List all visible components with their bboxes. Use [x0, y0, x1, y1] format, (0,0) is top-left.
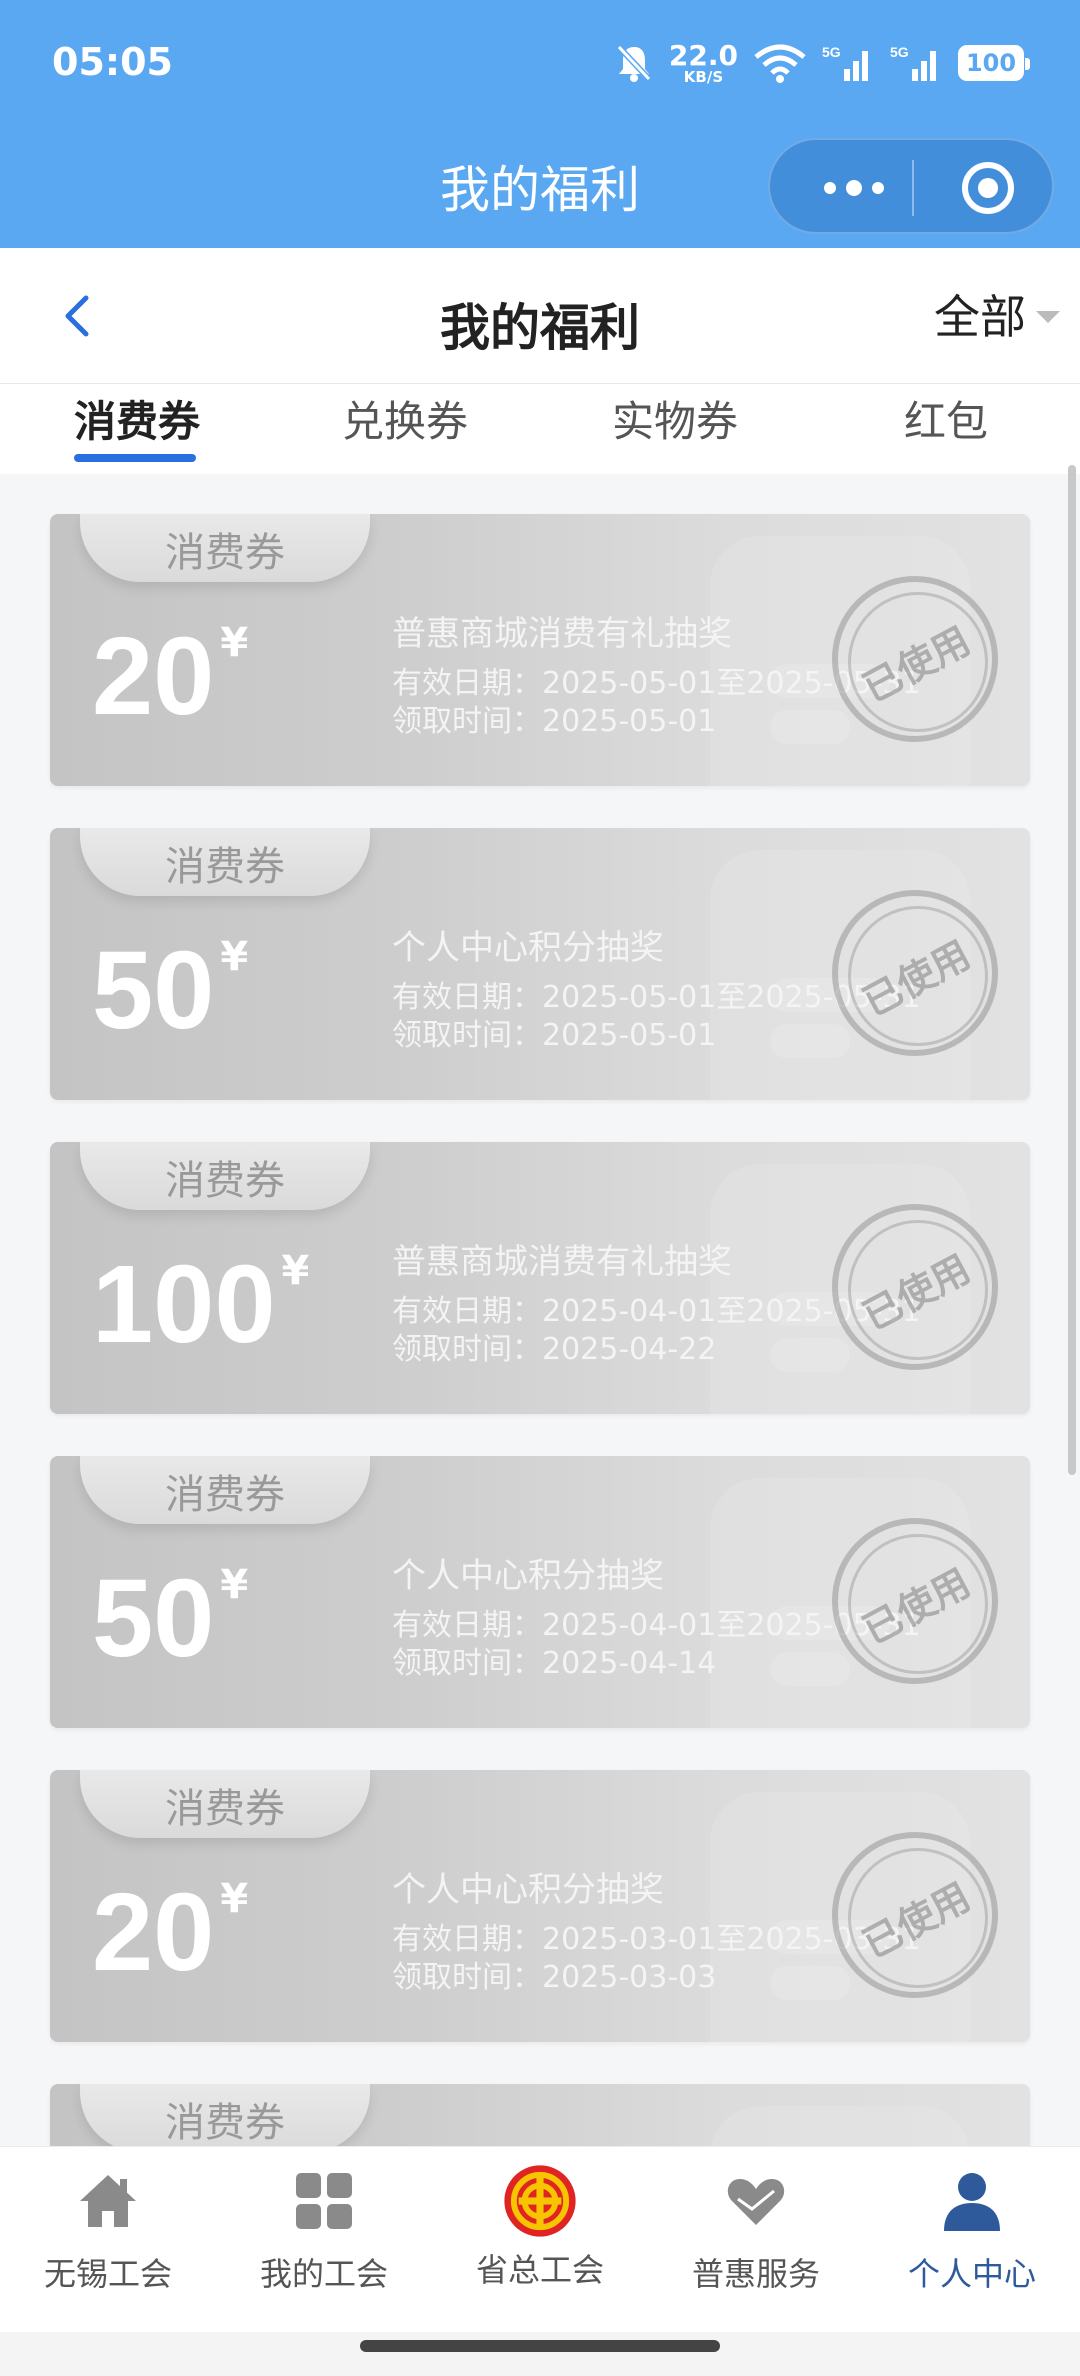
person-icon — [944, 2173, 1000, 2231]
coupon-card[interactable]: 消费券 100 ¥ 普惠商城消费有礼抽奖 有效日期：2025-04-01至202… — [50, 1142, 1030, 1414]
tabbar-item-provincial-union[interactable]: 省总工会 — [432, 2165, 648, 2317]
mute-bell-icon — [616, 44, 652, 82]
tab-exchange-coupon[interactable]: 兑换券 — [342, 388, 468, 449]
tab-physical-coupon[interactable]: 实物券 — [612, 388, 738, 449]
coupon-type-tag: 消费券 — [80, 2084, 370, 2146]
page-header: 我的福利 全部 — [0, 248, 1080, 384]
signal-5g-icon-2: 5G — [890, 44, 936, 81]
tab-red-packet[interactable]: 红包 — [904, 388, 988, 449]
used-stamp-icon: 已使用 — [832, 576, 998, 742]
home-icon — [80, 2175, 136, 2227]
coupon-card[interactable]: 消费券 50 ¥ 个人中心积分抽奖 有效日期：2025-05-01至2025-0… — [50, 828, 1030, 1100]
coupon-amount: 100 ¥ — [92, 1243, 310, 1366]
coupon-type-tag: 消费券 — [80, 514, 370, 582]
tabbar-item-my-union[interactable]: 我的工会 — [216, 2167, 432, 2317]
gesture-area — [0, 2332, 1080, 2376]
mini-program-header: 05:05 22.0 KB/S 5G 5G 100 我的福利 — [0, 0, 1080, 248]
coupon-type-tag: 消费券 — [80, 828, 370, 896]
svg-text:5G: 5G — [822, 44, 841, 60]
coupon-card[interactable]: 消费券 20 ¥ 普惠商城消费有礼抽奖 有效日期：2025-05-01至2025… — [50, 514, 1030, 786]
home-indicator[interactable] — [360, 2340, 720, 2352]
status-time: 05:05 — [52, 40, 173, 84]
coupon-card[interactable]: 消费券 50 ¥ 个人中心积分抽奖 有效日期：2025-04-01至2025-0… — [50, 1456, 1030, 1728]
union-emblem-icon — [504, 2165, 576, 2237]
network-speed: 22.0 KB/S — [668, 38, 738, 86]
used-stamp-icon: 已使用 — [832, 1832, 998, 1998]
coupon-amount: 50 ¥ — [92, 929, 249, 1052]
close-mini-program-icon[interactable] — [962, 162, 1014, 214]
wifi-icon — [754, 44, 806, 83]
filter-dropdown[interactable]: 全部 — [934, 284, 1060, 344]
tab-active-indicator — [74, 454, 196, 462]
signal-5g-icon: 5G — [822, 44, 868, 81]
used-stamp-icon: 已使用 — [832, 1204, 998, 1370]
bottom-tab-bar: 无锡工会 我的工会 省总工会 普惠服务 个人中心 — [0, 2146, 1080, 2332]
coupon-card[interactable]: 消费券 20 ¥ 个人中心积分抽奖 有效日期：2025-03-01至2025-0… — [50, 1770, 1030, 2042]
more-icon[interactable] — [808, 172, 900, 204]
capsule-menu[interactable] — [768, 138, 1054, 234]
coupon-type-tag: 消费券 — [80, 1456, 370, 1524]
list-scrollbar[interactable] — [1068, 465, 1076, 1475]
coupon-amount: 20 ¥ — [92, 1871, 249, 1994]
coupon-card[interactable]: 消费券 — [50, 2084, 1030, 2146]
used-stamp-icon: 已使用 — [832, 890, 998, 1056]
tab-consumption-coupon[interactable]: 消费券 — [74, 388, 200, 449]
svg-text:5G: 5G — [890, 44, 909, 60]
used-stamp-icon: 已使用 — [832, 1518, 998, 1684]
tabbar-item-benefit-services[interactable]: 普惠服务 — [648, 2167, 864, 2317]
page-title: 我的福利 — [440, 299, 640, 357]
coupon-amount: 50 ¥ — [92, 1557, 249, 1680]
filter-label[interactable]: 全部 — [934, 281, 1026, 347]
grid-icon — [296, 2173, 352, 2229]
battery-icon: 100 — [958, 45, 1030, 81]
capsule-divider — [912, 160, 914, 216]
heart-hands-icon — [727, 2179, 785, 2225]
coupon-type-tag: 消费券 — [80, 1142, 370, 1210]
tabbar-item-personal-center[interactable]: 个人中心 — [864, 2167, 1080, 2317]
chevron-down-icon[interactable] — [1036, 311, 1060, 323]
coupon-type-tag: 消费券 — [80, 1770, 370, 1838]
coupon-tabs: 消费券 兑换券 实物券 红包 — [0, 384, 1080, 474]
coupon-list[interactable]: 消费券 20 ¥ 普惠商城消费有礼抽奖 有效日期：2025-05-01至2025… — [0, 474, 1080, 2146]
tabbar-item-wuxi-union[interactable]: 无锡工会 — [0, 2167, 216, 2317]
coupon-amount: 20 ¥ — [92, 615, 249, 738]
status-icons: 22.0 KB/S 5G 5G 100 — [615, 38, 1030, 88]
